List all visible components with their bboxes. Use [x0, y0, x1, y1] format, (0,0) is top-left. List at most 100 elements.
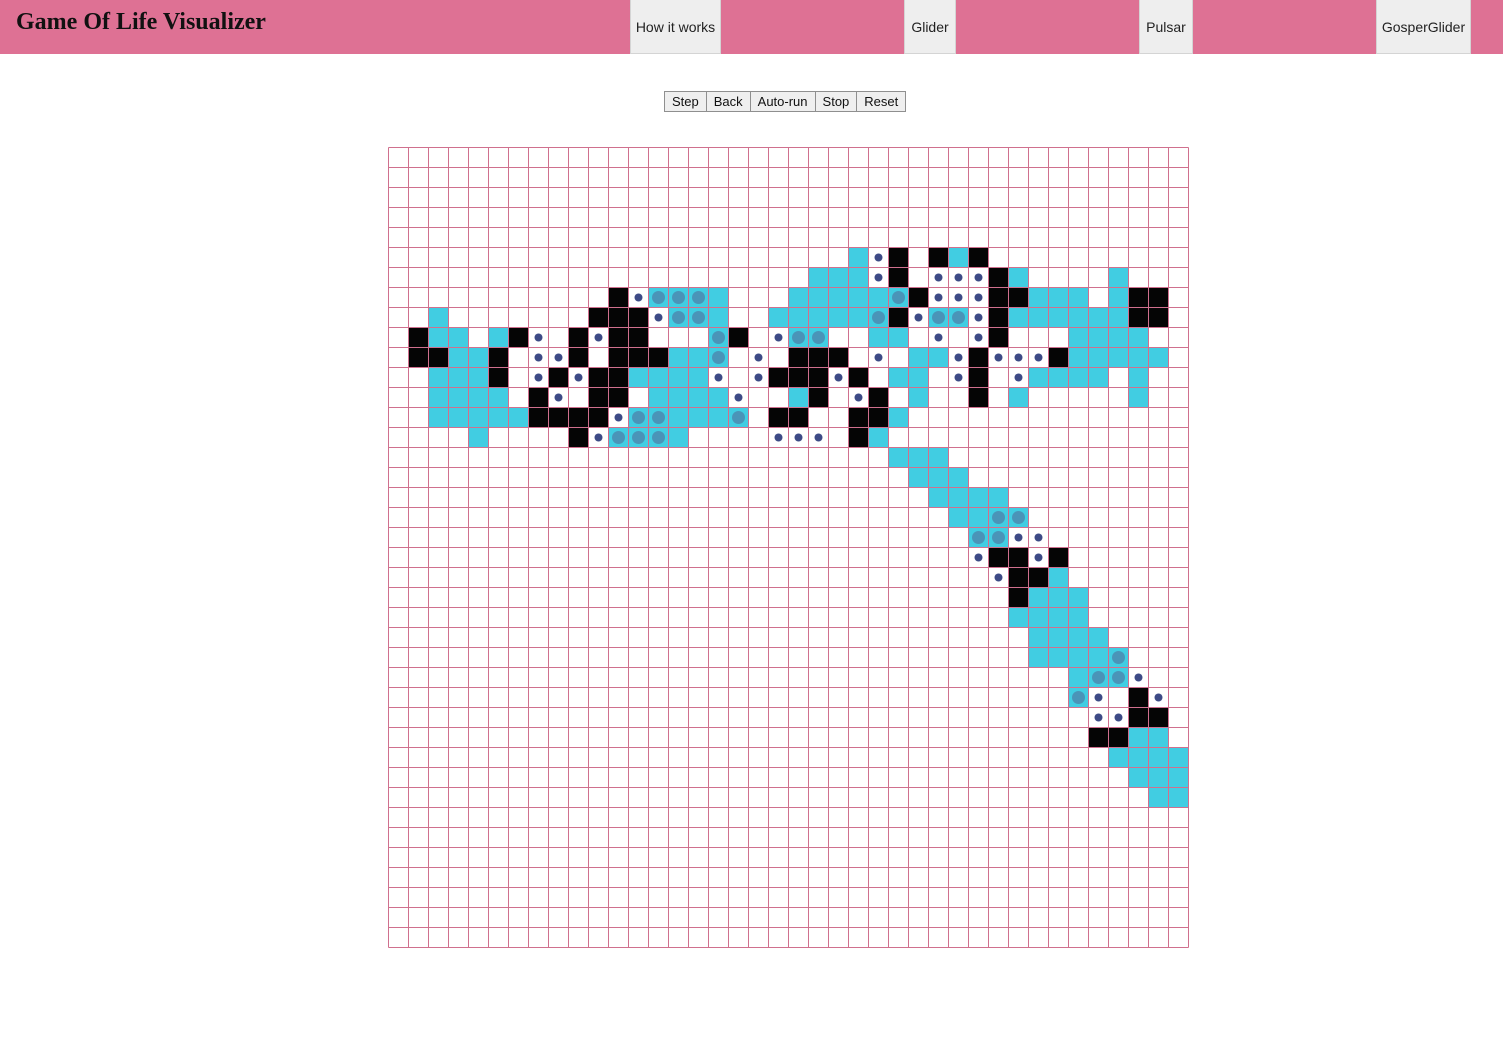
visited-cell[interactable]	[788, 287, 809, 308]
visited-cell[interactable]	[1048, 307, 1069, 328]
visited-cell[interactable]	[468, 347, 489, 368]
visited-cell[interactable]	[1028, 627, 1049, 648]
live-cell[interactable]	[508, 327, 529, 348]
visited-cell[interactable]	[688, 407, 709, 428]
live-cell[interactable]	[588, 387, 609, 408]
live-cell[interactable]	[568, 427, 589, 448]
visited-cell[interactable]	[1088, 347, 1109, 368]
visited-cell[interactable]	[868, 287, 889, 308]
visited-cell[interactable]	[1048, 367, 1069, 388]
visited-cell[interactable]	[448, 387, 469, 408]
live-cell[interactable]	[868, 407, 889, 428]
visited-cell[interactable]	[1168, 787, 1189, 808]
live-cell[interactable]	[788, 407, 809, 428]
visited-cell[interactable]	[428, 327, 449, 348]
visited-cell[interactable]	[908, 347, 929, 368]
visited-cell[interactable]	[1028, 607, 1049, 628]
visited-cell[interactable]	[908, 387, 929, 408]
visited-cell[interactable]	[1148, 767, 1169, 788]
visited-cell[interactable]	[908, 367, 929, 388]
visited-cell[interactable]	[708, 287, 729, 308]
visited-cell[interactable]	[1128, 347, 1149, 368]
visited-cell[interactable]	[1068, 607, 1089, 628]
visited-cell[interactable]	[1028, 647, 1049, 668]
live-cell[interactable]	[1128, 687, 1149, 708]
visited-cell[interactable]	[808, 287, 829, 308]
live-cell[interactable]	[1008, 287, 1029, 308]
visited-cell[interactable]	[488, 327, 509, 348]
visited-cell[interactable]	[1088, 627, 1109, 648]
visited-cell[interactable]	[1048, 627, 1069, 648]
live-cell[interactable]	[528, 387, 549, 408]
visited-cell[interactable]	[888, 327, 909, 348]
live-cell[interactable]	[1148, 307, 1169, 328]
visited-cell[interactable]	[808, 267, 829, 288]
live-cell[interactable]	[608, 307, 629, 328]
live-cell[interactable]	[908, 287, 929, 308]
live-cell[interactable]	[1128, 287, 1149, 308]
live-cell[interactable]	[988, 267, 1009, 288]
visited-cell[interactable]	[968, 507, 989, 528]
visited-cell[interactable]	[1028, 587, 1049, 608]
live-cell[interactable]	[1008, 567, 1029, 588]
visited-cell[interactable]	[948, 467, 969, 488]
live-cell[interactable]	[968, 347, 989, 368]
visited-cell[interactable]	[468, 367, 489, 388]
live-cell[interactable]	[1048, 347, 1069, 368]
visited-cell[interactable]	[948, 507, 969, 528]
visited-cell[interactable]	[1008, 607, 1029, 628]
visited-cell[interactable]	[1148, 787, 1169, 808]
visited-cell[interactable]	[468, 407, 489, 428]
live-cell[interactable]	[1048, 547, 1069, 568]
visited-cell[interactable]	[888, 367, 909, 388]
live-cell[interactable]	[488, 347, 509, 368]
visited-cell[interactable]	[1068, 367, 1089, 388]
visited-cell[interactable]	[928, 467, 949, 488]
live-cell[interactable]	[408, 347, 429, 368]
live-cell[interactable]	[1148, 287, 1169, 308]
visited-cell[interactable]	[1048, 567, 1069, 588]
visited-cell[interactable]	[1088, 647, 1109, 668]
live-cell[interactable]	[1128, 707, 1149, 728]
live-cell[interactable]	[788, 367, 809, 388]
live-cell[interactable]	[768, 367, 789, 388]
live-cell[interactable]	[628, 307, 649, 328]
live-cell[interactable]	[568, 327, 589, 348]
visited-cell[interactable]	[1028, 367, 1049, 388]
visited-cell[interactable]	[1068, 287, 1089, 308]
visited-cell[interactable]	[1008, 387, 1029, 408]
visited-cell[interactable]	[1148, 727, 1169, 748]
visited-cell[interactable]	[708, 387, 729, 408]
visited-cell[interactable]	[668, 427, 689, 448]
visited-cell[interactable]	[448, 327, 469, 348]
visited-cell[interactable]	[1028, 287, 1049, 308]
visited-cell[interactable]	[1128, 367, 1149, 388]
visited-cell[interactable]	[1128, 727, 1149, 748]
visited-cell[interactable]	[1108, 287, 1129, 308]
visited-cell[interactable]	[788, 307, 809, 328]
live-cell[interactable]	[1028, 567, 1049, 588]
live-cell[interactable]	[488, 367, 509, 388]
live-cell[interactable]	[788, 347, 809, 368]
visited-cell[interactable]	[468, 427, 489, 448]
visited-cell[interactable]	[768, 307, 789, 328]
visited-cell[interactable]	[828, 287, 849, 308]
visited-cell[interactable]	[1108, 347, 1129, 368]
visited-cell[interactable]	[1068, 327, 1089, 348]
visited-cell[interactable]	[788, 387, 809, 408]
live-cell[interactable]	[888, 247, 909, 268]
visited-cell[interactable]	[428, 387, 449, 408]
visited-cell[interactable]	[888, 407, 909, 428]
visited-cell[interactable]	[428, 407, 449, 428]
pulsar-preset-button[interactable]: Pulsar	[1139, 0, 1193, 54]
live-cell[interactable]	[968, 247, 989, 268]
visited-cell[interactable]	[848, 287, 869, 308]
visited-cell[interactable]	[1068, 307, 1089, 328]
visited-cell[interactable]	[908, 447, 929, 468]
live-cell[interactable]	[968, 387, 989, 408]
auto-run-button[interactable]: Auto-run	[749, 91, 816, 112]
live-cell[interactable]	[548, 367, 569, 388]
visited-cell[interactable]	[1068, 587, 1089, 608]
live-cell[interactable]	[1108, 727, 1129, 748]
live-cell[interactable]	[988, 307, 1009, 328]
